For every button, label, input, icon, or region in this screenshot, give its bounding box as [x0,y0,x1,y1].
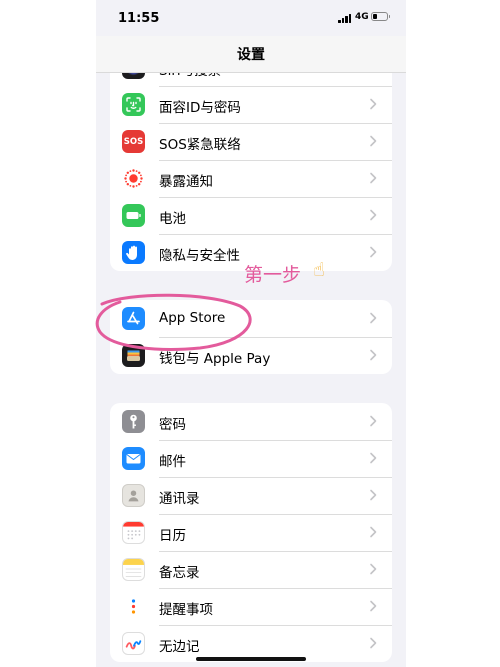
key-icon [122,410,145,433]
calendar-icon [122,521,145,544]
settings-item-label: 备忘录 [159,565,200,581]
chevron-right-icon [370,209,377,221]
chevron-right-icon [370,637,377,649]
battery-settings-icon [122,204,145,227]
cellular-signal-icon [338,14,351,23]
settings-item-label: 提醒事项 [159,602,213,618]
settings-item-label: 无边记 [159,639,200,655]
sos-icon-text: SOS [123,136,144,147]
contacts-icon [122,484,145,507]
settings-item-notes[interactable]: 备忘录 [110,551,392,588]
face-id-icon [122,93,145,116]
chevron-right-icon [370,349,377,361]
chevron-right-icon [370,415,377,427]
chevron-right-icon [370,563,377,575]
settings-item-label: 隐私与安全性 [159,248,240,264]
settings-item-passwords[interactable]: 密码 [110,403,392,440]
settings-item-calendar[interactable]: 日历 [110,514,392,551]
settings-item-contacts[interactable]: 通讯录 [110,477,392,514]
navigation-bar: 设置 [96,36,406,73]
sos-icon: SOS [122,130,145,153]
settings-item-label: 密码 [159,417,186,433]
settings-item-label: 电池 [159,211,186,227]
mail-icon [122,447,145,470]
settings-item-label: 邮件 [159,454,186,470]
settings-group-apps: 密码 邮件 通讯录 日历 备忘录 提醒事项 无边记 [110,403,392,662]
chevron-right-icon [370,98,377,110]
settings-item-emergency-sos[interactable]: SOS SOS紧急联络 [110,123,392,160]
settings-item-label: 日历 [159,528,186,544]
reminders-icon [122,595,145,618]
settings-item-label: 通讯录 [159,491,200,507]
annotation-circle [95,293,252,351]
page-title: 设置 [237,47,265,63]
chevron-right-icon [370,135,377,147]
chevron-right-icon [370,489,377,501]
hand-icon [122,241,145,264]
settings-item-battery[interactable]: 电池 [110,197,392,234]
chevron-right-icon [370,452,377,464]
settings-group-privacy: Siri与搜索 面容ID与密码 SOS SOS紧急联络 暴露通知 [110,49,392,271]
chevron-right-icon [370,246,377,258]
status-bar: 11:55 4G [96,0,406,36]
chevron-right-icon [370,526,377,538]
annotation-step-text: 第一步 [244,264,302,286]
settings-item-exposure-notifications[interactable]: 暴露通知 [110,160,392,197]
home-indicator[interactable] [196,657,306,661]
settings-item-label: 暴露通知 [159,174,213,190]
settings-item-label: SOS紧急联络 [159,137,241,153]
exposure-notifications-icon [122,167,145,190]
settings-item-reminders[interactable]: 提醒事项 [110,588,392,625]
chevron-right-icon [370,312,377,324]
settings-item-face-id[interactable]: 面容ID与密码 [110,86,392,123]
chevron-right-icon [370,600,377,612]
pointing-hand-icon: ☝ [313,259,325,281]
settings-item-label: 面容ID与密码 [159,100,241,116]
network-type: 4G [355,12,369,22]
notes-icon [122,558,145,581]
battery-icon [371,12,390,21]
status-time: 11:55 [118,11,160,26]
freeform-icon [122,632,145,655]
chevron-right-icon [370,172,377,184]
settings-item-mail[interactable]: 邮件 [110,440,392,477]
